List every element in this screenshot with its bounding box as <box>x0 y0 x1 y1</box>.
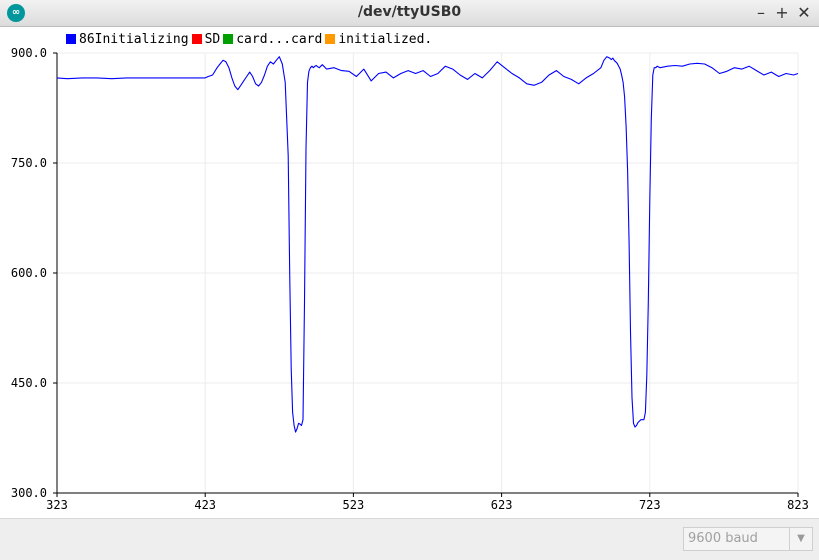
y-tick-label: 750.0 <box>11 156 47 170</box>
title-bar: ∞ /dev/ttyUSB0 – + ✕ <box>0 0 819 27</box>
series-line <box>56 56 799 433</box>
bottom-toolbar: 9600 baud ▼ <box>0 518 819 560</box>
x-tick-label: 523 <box>343 498 365 512</box>
close-button[interactable]: ✕ <box>795 3 813 23</box>
minimize-button[interactable]: – <box>752 3 770 23</box>
x-tick-label: 723 <box>639 498 661 512</box>
window-title: /dev/ttyUSB0 <box>357 4 462 20</box>
plot-area: 300.0 450.0 600.0 750.0 900.0 323 423 523 623 723… <box>11 46 809 512</box>
x-tick-label: 323 <box>46 498 68 512</box>
y-tick-label: 900.0 <box>11 46 47 60</box>
y-tick-label: 600.0 <box>11 266 47 280</box>
x-tick-label: 423 <box>194 498 216 512</box>
y-tick-label: 450.0 <box>11 376 47 390</box>
x-tick-label: 823 <box>787 498 809 512</box>
chevron-down-icon: ▼ <box>789 528 812 550</box>
baud-value: 9600 baud <box>688 531 758 546</box>
y-tick-label: 300.0 <box>11 486 47 500</box>
baud-select[interactable]: 9600 baud ▼ <box>683 527 813 551</box>
maximize-button[interactable]: + <box>773 3 791 23</box>
x-tick-label: 623 <box>491 498 513 512</box>
